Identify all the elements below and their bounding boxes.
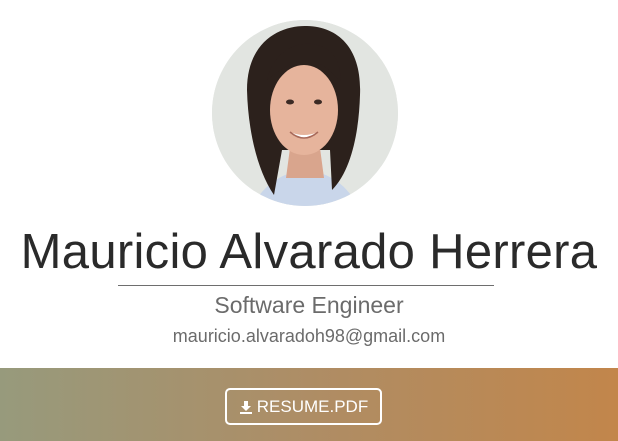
profile-email: mauricio.alvaradoh98@gmail.com [172,326,446,346]
avatar [212,20,398,206]
download-icon [239,400,253,414]
resume-band: RESUME.PDF [0,368,618,441]
profile-page: Mauricio Alvarado Herrera Software Engin… [0,0,618,441]
profile-role: Software Engineer [214,292,404,318]
resume-download-button[interactable]: RESUME.PDF [225,388,382,425]
profile-name: Mauricio Alvarado Herrera [20,225,598,279]
profile-photo [212,20,398,206]
resume-button-label: RESUME.PDF [256,396,369,416]
name-divider [118,285,494,286]
